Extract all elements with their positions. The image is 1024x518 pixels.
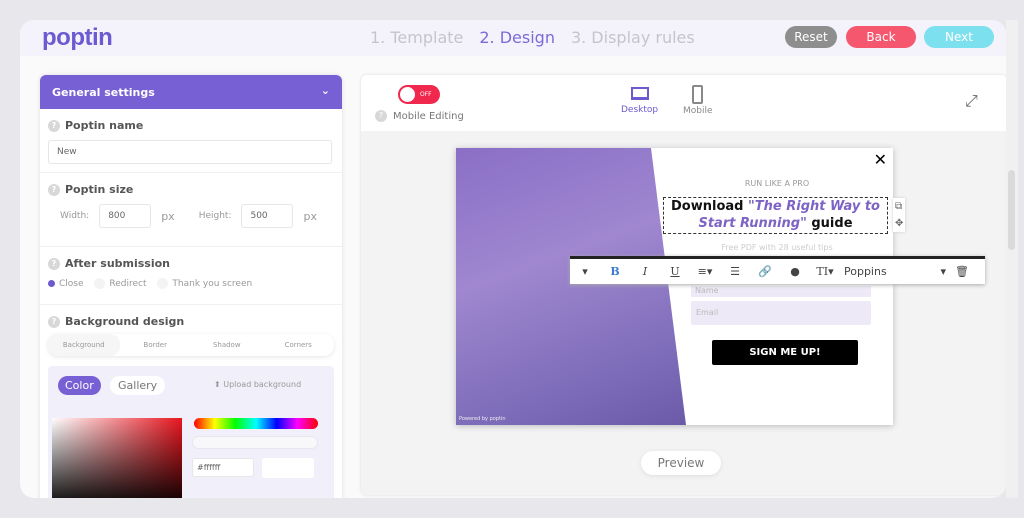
copy-icon[interactable]: ⧉ bbox=[895, 198, 903, 215]
editor-toolbar: OFF ? Mobile Editing Desktop Mobile ⤢ bbox=[361, 75, 1006, 131]
general-settings-label: General settings bbox=[52, 86, 155, 99]
laptop-icon bbox=[630, 87, 649, 100]
back-button[interactable]: Back bbox=[846, 26, 916, 48]
height-input[interactable]: 500 bbox=[241, 204, 294, 228]
gallery-tab[interactable]: Gallery bbox=[110, 376, 166, 395]
upload-background-button[interactable]: ⬆ Upload background bbox=[214, 380, 301, 389]
popup-title[interactable]: Download "The Right Way to Start Running… bbox=[663, 197, 888, 234]
italic-icon[interactable]: I bbox=[630, 265, 660, 278]
help-icon: ? bbox=[375, 110, 387, 122]
font-select[interactable]: Poppins ▾ bbox=[840, 265, 950, 278]
caret-down-icon[interactable]: ▾ bbox=[570, 265, 600, 278]
link-icon[interactable]: 🔗 bbox=[750, 265, 780, 278]
mobile-editing-label: Mobile Editing bbox=[393, 110, 464, 122]
tab-border[interactable]: Border bbox=[120, 341, 192, 349]
background-design-title: Background design bbox=[65, 315, 185, 328]
help-icon: ? bbox=[48, 183, 60, 196]
radio-close[interactable]: Close bbox=[48, 279, 84, 289]
poptin-name-input[interactable]: New bbox=[48, 140, 332, 164]
powered-by[interactable]: Powered by poptin bbox=[459, 416, 506, 422]
hex-input[interactable]: #ffffff bbox=[192, 458, 254, 477]
help-icon: ? bbox=[48, 257, 60, 270]
color-tab[interactable]: Color bbox=[58, 376, 101, 395]
preview-button[interactable]: Preview bbox=[641, 451, 721, 475]
px-unit: px bbox=[161, 209, 175, 223]
bold-icon[interactable]: B bbox=[600, 265, 630, 278]
poptin-logo: poptin bbox=[42, 24, 113, 51]
saturation-picker[interactable] bbox=[52, 418, 182, 498]
width-input[interactable]: 800 bbox=[99, 204, 152, 228]
step-template[interactable]: 1. Template bbox=[370, 28, 463, 47]
hue-slider[interactable] bbox=[194, 418, 318, 429]
opacity-slider[interactable] bbox=[192, 436, 318, 449]
phone-icon bbox=[692, 85, 704, 104]
color-preview-swatch bbox=[262, 458, 314, 478]
height-label: Height: bbox=[198, 211, 232, 221]
email-field[interactable]: Email bbox=[691, 301, 871, 325]
help-icon: ? bbox=[48, 315, 60, 328]
popup-kicker: RUN LIKE A PRO bbox=[744, 179, 810, 188]
step-design[interactable]: 2. Design bbox=[479, 28, 555, 47]
popup-subtitle: Free PDF with 28 useful tips bbox=[721, 243, 833, 252]
upload-icon: ⬆ bbox=[214, 380, 224, 389]
sign-up-button[interactable]: SIGN ME UP! bbox=[712, 340, 858, 365]
radio-thank-you[interactable]: Thank you screen bbox=[157, 278, 252, 289]
close-icon[interactable]: ✕ bbox=[874, 150, 887, 169]
help-icon: ? bbox=[48, 119, 60, 132]
mobile-view-button[interactable]: Mobile bbox=[683, 85, 713, 116]
list-icon[interactable]: ☰ bbox=[720, 265, 750, 278]
settings-panel: General settings ⌄ ? Poptin name New ? Popt… bbox=[40, 75, 342, 498]
poptin-name-title: Poptin name bbox=[65, 119, 144, 132]
move-icon[interactable]: ✥ bbox=[895, 215, 903, 232]
element-actions: ⧉ ✥ bbox=[893, 198, 906, 232]
radio-redirect[interactable]: Redirect bbox=[94, 278, 147, 289]
chevron-down-icon: ⌄ bbox=[320, 84, 330, 97]
general-settings-header[interactable]: General settings ⌄ bbox=[40, 75, 342, 109]
mobile-editing-toggle[interactable]: OFF bbox=[398, 85, 440, 104]
underline-icon[interactable]: U bbox=[660, 265, 690, 278]
poptin-popup: Powered by poptin ✕ RUN LIKE A PRO Downl… bbox=[456, 148, 906, 425]
scrollbar[interactable] bbox=[1006, 20, 1018, 498]
after-submission-title: After submission bbox=[65, 257, 171, 270]
color-picker-area: Color Gallery ⬆ Upload background #fffff… bbox=[48, 366, 334, 498]
tab-corners[interactable]: Corners bbox=[263, 341, 335, 349]
font-size-icon[interactable]: TI▾ bbox=[810, 265, 840, 278]
top-bar: poptin 1. Template 2. Design 3. Display … bbox=[20, 20, 1006, 56]
reset-button[interactable]: Reset bbox=[785, 26, 837, 48]
next-button[interactable]: Next bbox=[924, 26, 994, 48]
background-design-section: ? Background design Background Border Sha… bbox=[40, 305, 342, 498]
steps-nav: 1. Template 2. Design 3. Display rules bbox=[370, 28, 695, 47]
runner-image bbox=[456, 148, 686, 425]
trash-icon[interactable]: 🗑 bbox=[950, 265, 974, 278]
tab-shadow[interactable]: Shadow bbox=[191, 341, 263, 349]
desktop-view-button[interactable]: Desktop bbox=[621, 87, 658, 115]
poptin-size-section: ? Poptin size Width: 800 px Height: 500 p… bbox=[40, 173, 342, 247]
after-submission-section: ? After submission Close Redirect Thank y… bbox=[40, 247, 342, 305]
text-format-toolbar: ▾ B I U ≡▾ ☰ 🔗 ● TI▾ Poppins ▾ 🗑 bbox=[570, 256, 985, 284]
tab-background[interactable]: Background bbox=[48, 334, 120, 356]
color-drop-icon[interactable]: ● bbox=[780, 265, 810, 278]
name-field[interactable]: Name bbox=[691, 286, 871, 297]
fullscreen-icon[interactable]: ⤢ bbox=[965, 91, 978, 111]
width-label: Width: bbox=[60, 211, 90, 221]
align-icon[interactable]: ≡▾ bbox=[690, 265, 720, 278]
poptin-name-section: ? Poptin name New bbox=[40, 109, 342, 173]
step-display-rules[interactable]: 3. Display rules bbox=[571, 28, 695, 47]
px-unit: px bbox=[303, 209, 317, 223]
poptin-size-title: Poptin size bbox=[65, 183, 134, 196]
